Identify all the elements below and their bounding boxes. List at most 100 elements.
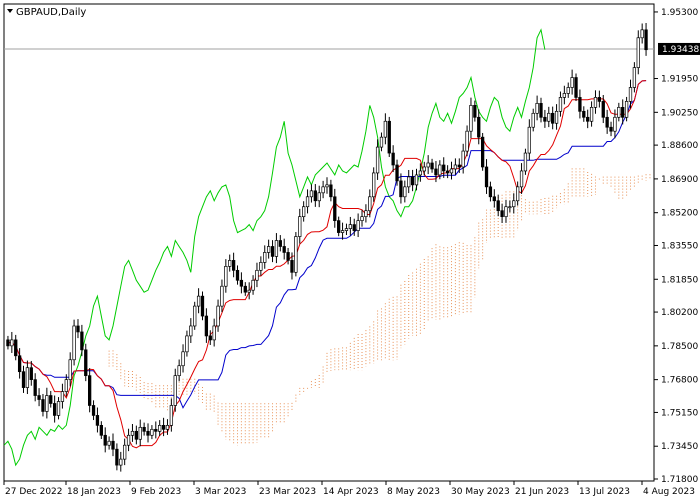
candle-body bbox=[344, 228, 349, 231]
candle-body bbox=[512, 200, 516, 208]
candle-body bbox=[158, 425, 162, 432]
candle-body bbox=[329, 184, 333, 198]
price-tick-label: 1.85200 bbox=[661, 209, 698, 219]
candle-body bbox=[403, 186, 407, 198]
time-tick-label: 21 Jun 2023 bbox=[515, 487, 569, 497]
candle-body bbox=[340, 230, 345, 233]
candle-body bbox=[169, 405, 174, 426]
candle-body bbox=[6, 339, 10, 347]
candle-body bbox=[364, 210, 368, 218]
candle-body bbox=[196, 295, 201, 307]
time-tick-label: 30 May 2023 bbox=[451, 487, 510, 497]
candle-body bbox=[10, 339, 14, 347]
candle-body bbox=[527, 126, 531, 154]
candle-body bbox=[193, 305, 197, 327]
candle-body bbox=[130, 430, 135, 436]
candle-body bbox=[582, 110, 586, 118]
candle-body bbox=[231, 260, 236, 271]
candle-body bbox=[317, 192, 321, 202]
candle-body bbox=[372, 172, 376, 198]
candle-body bbox=[49, 395, 53, 404]
candle-body bbox=[220, 285, 224, 307]
time-axis[interactable]: 27 Dec 2022 18 Jan 2023 9 Feb 2023 3 Mar 20… bbox=[3, 481, 695, 497]
candle-body bbox=[68, 359, 72, 380]
candle-body bbox=[263, 252, 267, 263]
candle-body bbox=[484, 166, 489, 188]
candle-body bbox=[391, 152, 395, 166]
candle-body bbox=[29, 367, 33, 380]
candle-body bbox=[477, 116, 481, 138]
candle-body bbox=[539, 103, 543, 118]
candle-body bbox=[17, 355, 22, 373]
candle-body bbox=[337, 220, 341, 233]
candle-body bbox=[519, 170, 524, 188]
candle-body bbox=[586, 116, 590, 122]
candle-body bbox=[142, 426, 146, 432]
chart-frame bbox=[3, 3, 655, 482]
candle-body bbox=[165, 425, 170, 430]
candle-body bbox=[126, 434, 131, 446]
candle-body bbox=[500, 210, 504, 218]
candle-body bbox=[523, 152, 528, 172]
price-tick-label: 1.83550 bbox=[661, 241, 698, 251]
candle-body bbox=[181, 351, 185, 367]
candle-body bbox=[95, 415, 100, 426]
candle-body bbox=[270, 246, 275, 257]
candle-body bbox=[434, 168, 438, 176]
price-chart[interactable]: 1.95300 1.91950 1.90250 1.88600 1.86900 1.852… bbox=[0, 0, 700, 500]
candle-body bbox=[418, 170, 423, 176]
candle-body bbox=[189, 325, 193, 337]
candle-body bbox=[445, 170, 450, 174]
candle-body bbox=[551, 112, 555, 124]
price-axis[interactable]: 1.95300 1.91950 1.90250 1.88600 1.86900 1.852… bbox=[654, 8, 698, 485]
chart-title: GBPAUD,Daily bbox=[7, 7, 86, 18]
candle-body bbox=[449, 168, 454, 174]
candle-body bbox=[150, 428, 154, 436]
candle-body bbox=[123, 444, 127, 460]
candle-body bbox=[558, 97, 563, 112]
candle-body bbox=[76, 325, 80, 333]
candle-body bbox=[360, 216, 364, 221]
candle-body bbox=[387, 120, 391, 154]
candle-body bbox=[208, 335, 212, 341]
time-tick-label: 23 Mar 2023 bbox=[259, 487, 316, 497]
candle-body bbox=[333, 196, 337, 221]
candle-body bbox=[204, 315, 209, 337]
candle-body bbox=[414, 174, 419, 186]
candle-body bbox=[313, 190, 317, 202]
candle-body bbox=[119, 458, 123, 466]
candle-body bbox=[624, 101, 629, 118]
price-tick-label: 1.71800 bbox=[661, 475, 698, 485]
candle-body bbox=[134, 430, 138, 440]
candle-body bbox=[469, 105, 473, 132]
price-tick-label: 1.73450 bbox=[661, 442, 698, 452]
candle-body bbox=[636, 37, 640, 68]
candle-body bbox=[161, 425, 166, 430]
candle-body bbox=[535, 103, 539, 114]
candle-body bbox=[302, 206, 306, 218]
price-tick-label: 1.91950 bbox=[661, 75, 698, 85]
candle-body bbox=[251, 279, 255, 291]
candle-body bbox=[91, 405, 96, 416]
candle-body bbox=[60, 391, 65, 402]
candle-body bbox=[597, 97, 602, 102]
candle-body bbox=[309, 190, 314, 198]
candle-body bbox=[457, 164, 461, 168]
candle-body bbox=[504, 206, 508, 218]
candle-body bbox=[508, 206, 512, 209]
candle-body bbox=[399, 180, 403, 198]
candle-body bbox=[247, 289, 251, 293]
price-tick-label: 1.90250 bbox=[661, 108, 698, 118]
candle-body bbox=[628, 87, 633, 102]
candle-body bbox=[593, 97, 598, 108]
candle-body bbox=[321, 186, 325, 194]
candle-body bbox=[111, 440, 115, 450]
candle-body bbox=[305, 196, 310, 208]
candle-body bbox=[621, 106, 625, 118]
time-tick-label: 13 Jul 2023 bbox=[579, 487, 630, 497]
price-tick-label: 1.80200 bbox=[661, 308, 698, 318]
time-tick-label: 27 Dec 2022 bbox=[5, 487, 63, 497]
candle-body bbox=[601, 101, 605, 118]
candle-body bbox=[72, 325, 76, 361]
candle-body bbox=[88, 375, 92, 406]
